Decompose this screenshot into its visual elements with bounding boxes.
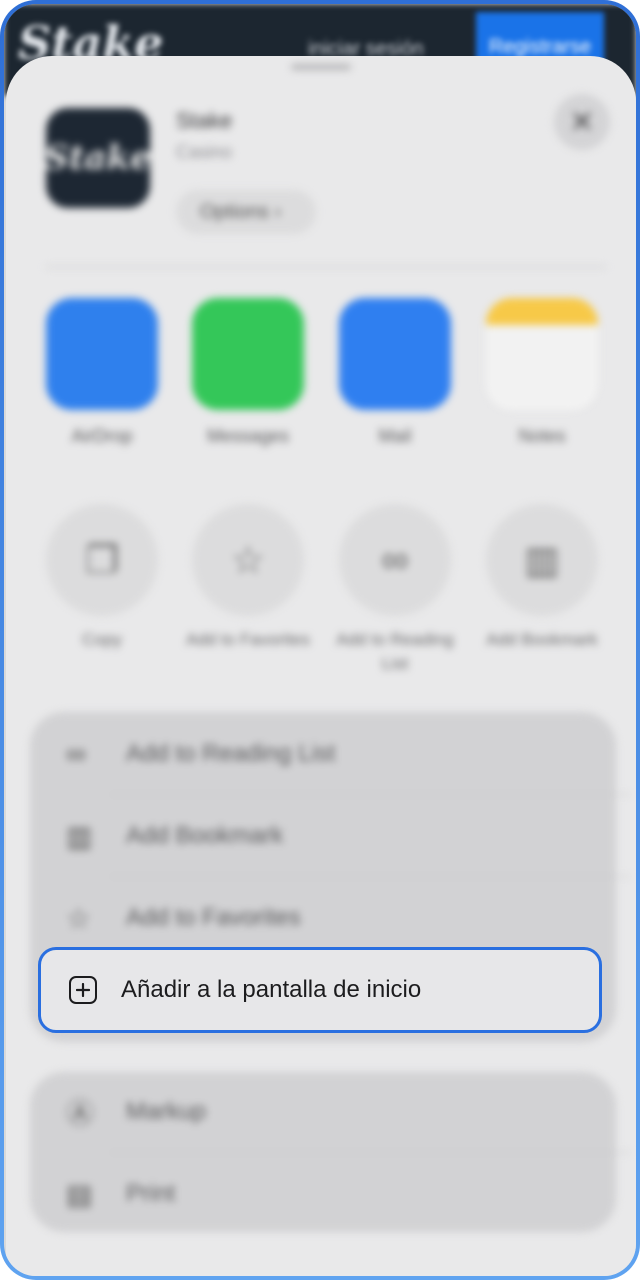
divider — [46, 266, 606, 268]
mail-label: Mail — [378, 426, 412, 446]
glasses-icon: ∞ — [66, 738, 86, 769]
copy-button[interactable]: ❐ — [46, 504, 158, 616]
glasses-icon: ∞ — [381, 538, 409, 581]
screen: Stake iniciar sesión Registrarse Stake S… — [4, 4, 636, 1276]
list-item-add-bookmark[interactable]: ▥ Add Bookmark — [66, 816, 283, 856]
options-button[interactable]: Options › — [176, 190, 316, 234]
list-item-add-to-favorites[interactable]: ☆ Add to Favorites — [66, 898, 301, 938]
row-divider — [110, 794, 630, 795]
close-button[interactable]: ✕ — [554, 94, 610, 150]
markup-icon: Ⓐ — [66, 1098, 95, 1129]
messages-icon[interactable] — [192, 298, 304, 410]
notes-label: Notes — [518, 426, 566, 446]
add-square-icon — [69, 976, 97, 1004]
app-name: Stake — [176, 108, 233, 133]
close-icon: ✕ — [569, 105, 595, 139]
list-item-label: Add to Favorites — [126, 904, 301, 931]
add-to-reading-list-button[interactable]: ∞ — [339, 504, 451, 616]
copy-label: Copy — [82, 630, 122, 649]
sheet-grabber[interactable] — [291, 64, 351, 70]
add-to-favorites-button[interactable]: ☆ — [192, 504, 304, 616]
star-icon: ☆ — [66, 902, 92, 934]
add-to-home-screen-button[interactable]: Añadir a la pantalla de inicio — [38, 947, 602, 1033]
options-label: Options — [200, 201, 269, 223]
app-subtitle: Casino — [176, 142, 233, 162]
add-bookmark-button[interactable]: ▥ — [486, 504, 598, 616]
airdrop-label: AirDrop — [71, 426, 133, 446]
action-list-group-2: Ⓐ Markup ▤ Print — [30, 1072, 630, 1232]
row-divider — [110, 876, 630, 877]
add-to-reading-list-label: Add to Reading List — [336, 630, 454, 673]
star-icon: ☆ — [230, 539, 266, 582]
book-icon: ▥ — [66, 820, 93, 852]
row-divider — [110, 1152, 630, 1153]
list-item-label: Markup — [126, 1098, 207, 1125]
list-item-print[interactable]: ▤ Print — [66, 1174, 175, 1214]
app-icon: Stake — [44, 108, 152, 208]
share-sheet-blurred-content: Stake Stake Casino Options › ✕ AirDrop M… — [6, 56, 636, 1276]
list-item-add-to-reading-list[interactable]: ∞ Add to Reading List — [66, 734, 335, 774]
share-sheet: Stake Stake Casino Options › ✕ AirDrop M… — [6, 56, 636, 1276]
book-icon: ▥ — [524, 539, 560, 582]
mail-icon[interactable] — [339, 298, 451, 410]
screenshot-frame: Stake iniciar sesión Registrarse Stake S… — [0, 0, 640, 1280]
add-bookmark-label: Add Bookmark — [486, 630, 598, 649]
list-item-label: Add Bookmark — [126, 822, 284, 849]
app-icon-logo: Stake — [44, 138, 152, 178]
notes-icon[interactable] — [486, 298, 598, 410]
list-item-label: Add to Reading List — [126, 740, 336, 767]
messages-label: Messages — [206, 426, 290, 446]
airdrop-icon[interactable] — [46, 298, 158, 410]
copy-icon: ❐ — [84, 539, 120, 582]
add-to-home-screen-label: Añadir a la pantalla de inicio — [121, 976, 422, 1003]
add-to-favorites-label: Add to Favorites — [186, 630, 310, 649]
list-item-label: Print — [126, 1180, 176, 1207]
list-item-markup[interactable]: Ⓐ Markup — [66, 1092, 206, 1132]
print-icon: ▤ — [66, 1178, 93, 1210]
